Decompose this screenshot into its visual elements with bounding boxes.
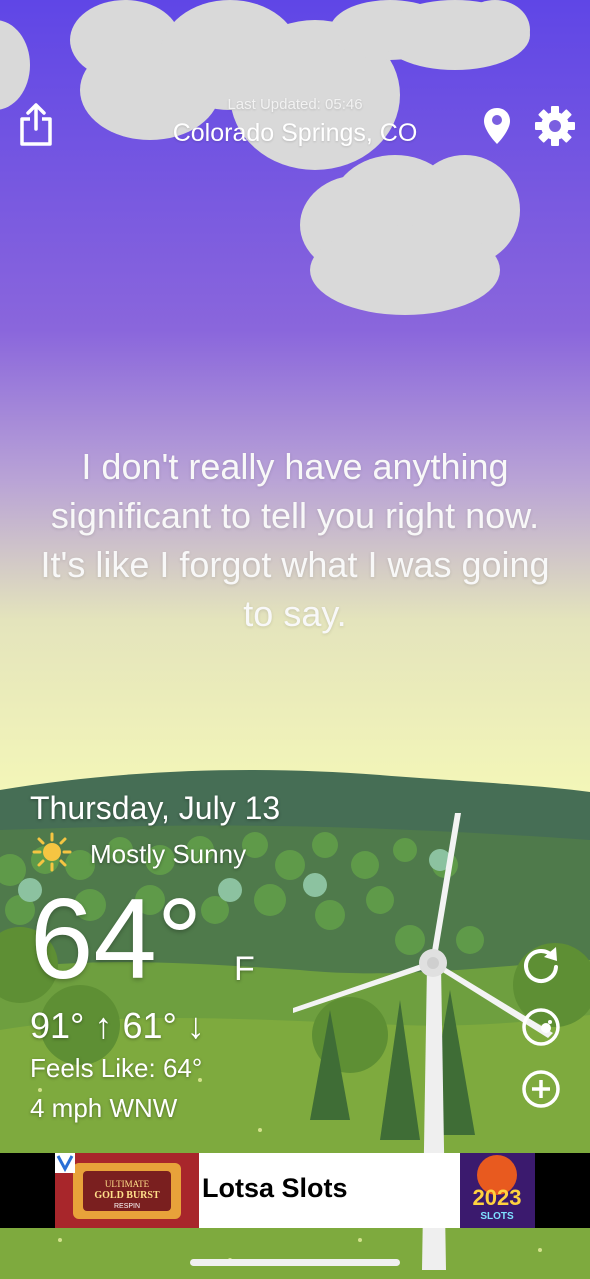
settings-button[interactable] xyxy=(533,104,577,148)
ad-content[interactable]: ULTIMATE GOLD BURST RESPIN Lotsa Slots 2… xyxy=(55,1153,535,1228)
refresh-icon xyxy=(524,947,558,984)
ad-banner[interactable]: ULTIMATE GOLD BURST RESPIN Lotsa Slots 2… xyxy=(0,1153,590,1228)
ad-right-slots: SLOTS xyxy=(480,1211,514,1222)
add-button[interactable] xyxy=(520,1068,562,1110)
ad-right-year: 2023 xyxy=(473,1185,522,1210)
temperature-unit[interactable]: F xyxy=(234,950,255,989)
refresh-button[interactable] xyxy=(520,943,562,985)
ad-left-text-3: RESPIN xyxy=(114,1203,140,1210)
radar-icon xyxy=(522,1008,560,1046)
ad-title[interactable]: Lotsa Slots xyxy=(202,1173,348,1204)
radar-button[interactable] xyxy=(520,1006,562,1048)
feels-like: Feels Like: 64° xyxy=(30,1053,203,1083)
add-icon xyxy=(522,1070,560,1108)
location-button[interactable] xyxy=(480,104,514,148)
weather-condition: Mostly Sunny xyxy=(90,839,247,869)
forecast-date: Thursday, July 13 xyxy=(30,790,281,826)
wind-speed: 4 mph WNW xyxy=(30,1093,178,1123)
sun-icon xyxy=(32,832,72,872)
snarky-message: I don't really have anything significant… xyxy=(40,446,550,634)
ad-choices-icon[interactable] xyxy=(55,1153,75,1173)
location-pin-icon xyxy=(484,108,510,144)
current-temperature: 64° xyxy=(30,876,203,1003)
ad-right-image: 2023 SLOTS xyxy=(460,1153,535,1228)
high-low-temperature: 91° ↑ 61° ↓ xyxy=(30,1005,205,1046)
ad-left-image: ULTIMATE GOLD BURST RESPIN xyxy=(55,1153,199,1228)
ad-left-text-2: GOLD BURST xyxy=(94,1190,160,1201)
ad-left-text-1: ULTIMATE xyxy=(105,1179,150,1189)
home-indicator[interactable] xyxy=(190,1259,400,1266)
gear-icon xyxy=(535,106,575,146)
